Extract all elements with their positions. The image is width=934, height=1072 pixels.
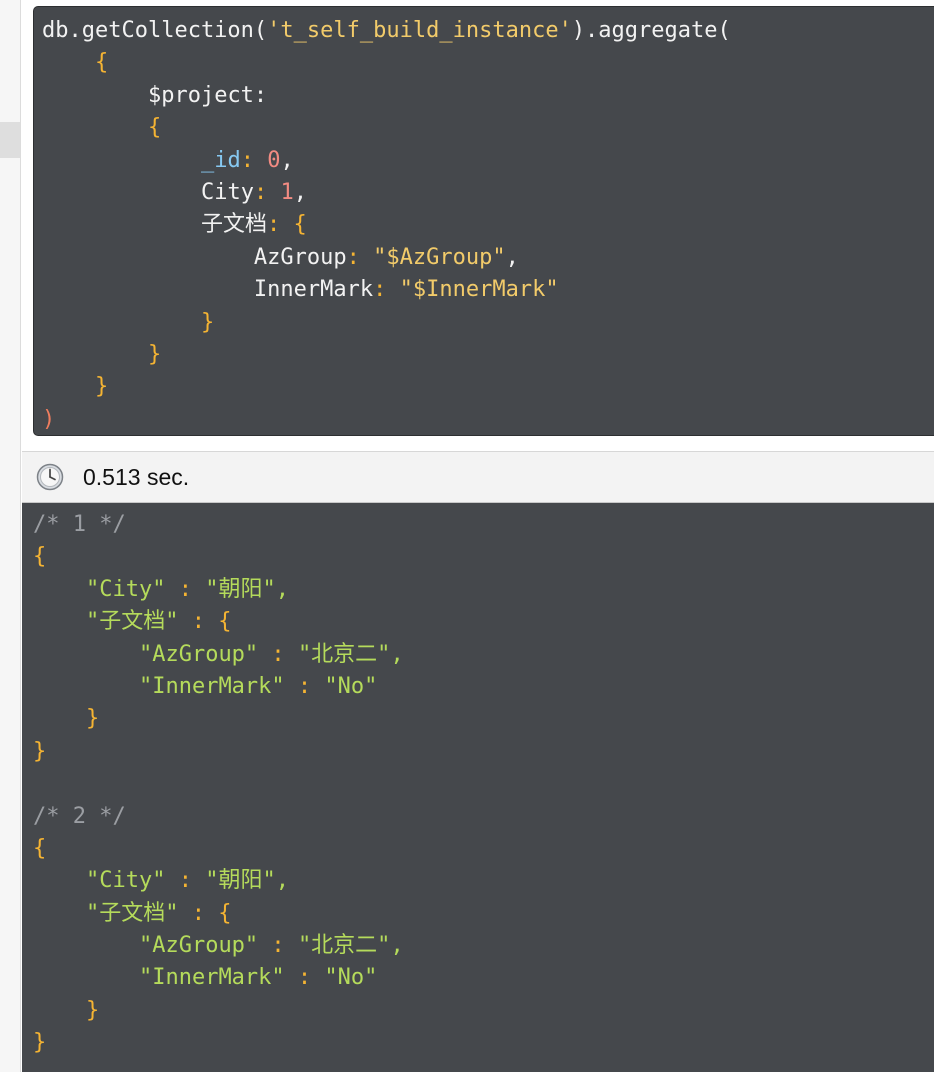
- project-stage: $project:: [147, 82, 268, 108]
- code-line-7: 子文档: {: [200, 212, 307, 238]
- code-line-2: {: [42, 50, 109, 76]
- result-azgroup-value: "北京二": [297, 933, 391, 959]
- result-azgroup-value: "北京二": [297, 641, 391, 667]
- result-open-brace: {: [33, 544, 47, 570]
- result-innermark-value: "No": [324, 673, 378, 699]
- result-innermark-key: "InnerMark": [138, 965, 285, 991]
- code-line-12: }: [42, 374, 109, 400]
- results-pane[interactable]: /* 1 */ { "City" : "朝阳", "子文档" : { "AzGr…: [22, 503, 934, 1072]
- result-comment: /* 2 */: [33, 803, 126, 829]
- code-line-3: $project:: [42, 80, 934, 112]
- close-paren: ): [42, 406, 56, 432]
- code-line-10: }: [42, 309, 215, 335]
- result-open-brace: {: [33, 835, 47, 861]
- id-key: _id: [200, 147, 241, 173]
- azgroup-key: AzGroup: [253, 244, 347, 270]
- result-comment: /* 1 */: [33, 512, 126, 537]
- result-subdoc-key: "子文档": [85, 609, 179, 635]
- query-editor[interactable]: db.getCollection('t_self_build_instance'…: [33, 6, 934, 436]
- status-bar: 0.513 sec.: [22, 451, 934, 503]
- code-line-5: _id: 0,: [200, 147, 294, 173]
- result-innermark-key: "InnerMark": [138, 673, 285, 699]
- result-subdoc-row: "子文档" : {: [85, 609, 232, 635]
- innermark-key: InnerMark: [253, 277, 374, 303]
- code-line-8: AzGroup: "$AzGroup",: [253, 244, 519, 270]
- city-key: City: [200, 179, 254, 205]
- result-innermark-value: "No": [324, 965, 378, 991]
- result-spacer: [33, 768, 934, 800]
- result-city-row: "City" : "朝阳",: [85, 868, 289, 894]
- clock-icon: [36, 463, 64, 491]
- result-close-brace: }: [33, 738, 47, 764]
- result-subdoc-key: "子文档": [85, 900, 179, 926]
- result-azgroup-row: "AzGroup" : "北京二",: [138, 641, 404, 667]
- result-city-key: "City": [85, 868, 166, 894]
- result-azgroup-key: "AzGroup": [138, 641, 259, 667]
- id-value: 0: [267, 147, 281, 173]
- result-city-key: "City": [85, 576, 166, 602]
- result-city-value: "朝阳": [205, 868, 276, 894]
- result-azgroup-key: "AzGroup": [138, 933, 259, 959]
- result-city-row: "City" : "朝阳",: [85, 576, 289, 602]
- code-line-6: City: 1,: [200, 179, 307, 205]
- code-line-13: ): [42, 404, 934, 436]
- aggregate-method: ).aggregate(: [571, 18, 731, 43]
- result-city-value: "朝阳": [205, 576, 276, 602]
- result-close-brace: }: [33, 1030, 47, 1056]
- code-line-4: {: [42, 115, 162, 141]
- result-subdoc-close: }: [33, 997, 100, 1023]
- gutter-selection-mark: [0, 122, 20, 158]
- collection-name: 't_self_build_instance': [267, 18, 572, 43]
- code-line-11: }: [42, 341, 162, 367]
- collection-call: db.getCollection(: [42, 18, 268, 43]
- code-line-9: InnerMark: "$InnerMark": [253, 277, 559, 303]
- innermark-value: "$InnerMark": [399, 277, 559, 303]
- subdoc-key: 子文档: [200, 212, 267, 238]
- result-subdoc-close: }: [33, 706, 100, 732]
- code-line-1: db.getCollection('t_self_build_instance'…: [42, 15, 934, 47]
- result-azgroup-row: "AzGroup" : "北京二",: [138, 933, 404, 959]
- city-value: 1: [280, 179, 294, 205]
- left-gutter: [0, 0, 21, 1072]
- result-innermark-row: "InnerMark" : "No": [138, 673, 378, 699]
- result-innermark-row: "InnerMark" : "No": [138, 965, 378, 991]
- result-subdoc-row: "子文档" : {: [85, 900, 232, 926]
- elapsed-time: 0.513 sec.: [83, 464, 190, 490]
- azgroup-value: "$AzGroup": [373, 244, 506, 270]
